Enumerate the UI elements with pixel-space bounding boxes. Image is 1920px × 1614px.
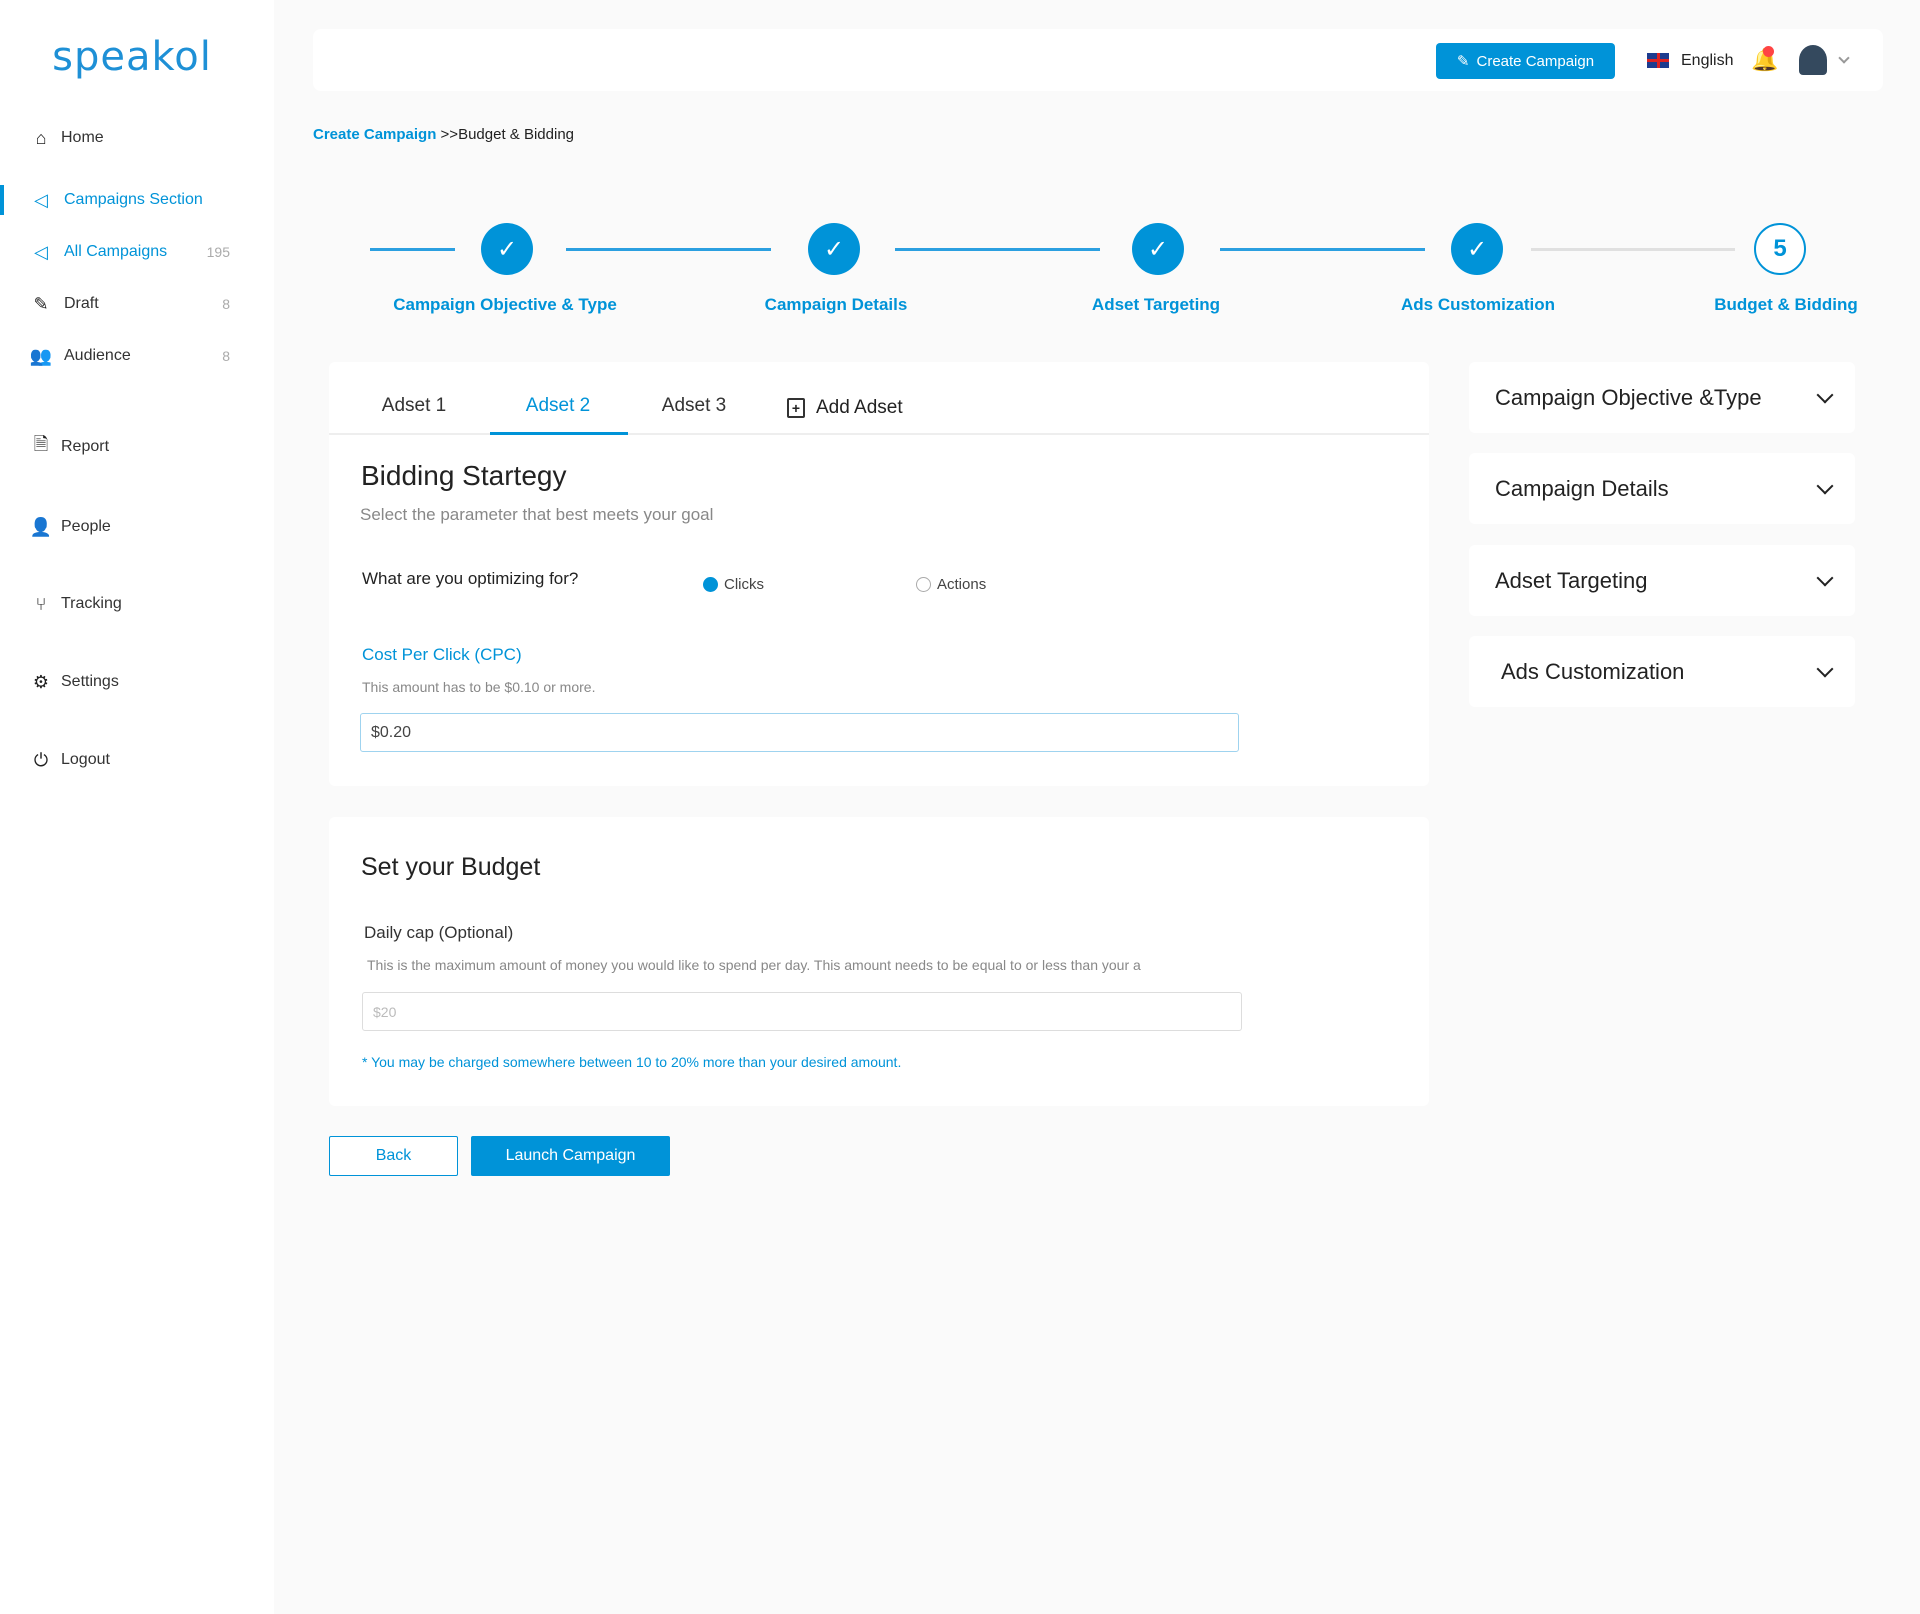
bidding-subtitle: Select the parameter that best meets you… [360, 505, 714, 524]
daily-cap-label: Daily cap (Optional) [364, 923, 514, 942]
edit-icon: ✎ [1456, 53, 1470, 70]
megaphone-icon: ◁ [34, 189, 48, 210]
create-campaign-button[interactable]: ✎ Create Campaign [1436, 43, 1615, 79]
breadcrumb-root[interactable]: Create Campaign [313, 126, 436, 143]
chevron-down-icon [1816, 660, 1834, 677]
chevron-down-icon [1816, 386, 1834, 403]
tab-adset-3[interactable]: Adset 3 [662, 395, 726, 417]
step-2-check-icon[interactable]: ✓ [808, 223, 860, 275]
gear-icon: ⚙ [32, 671, 50, 692]
summary-adset-targeting[interactable]: Adset Targeting [1469, 545, 1855, 616]
step-label: Campaign Objective & Type [393, 295, 617, 314]
breadcrumb: Create Campaign >>Budget & Bidding [313, 126, 574, 143]
report-icon: 🗎 [33, 434, 49, 454]
step-label: Adset Targeting [1091, 295, 1221, 314]
radio-unselected [916, 577, 931, 592]
launch-campaign-button[interactable]: Launch Campaign [471, 1136, 670, 1176]
sidebar-item-logout[interactable]: ⏻ Logout [0, 743, 274, 777]
bidding-title: Bidding Startegy [361, 460, 567, 491]
summary-campaign-details[interactable]: Campaign Details [1469, 453, 1855, 524]
step-1-check-icon[interactable]: ✓ [481, 223, 533, 275]
sidebar-item-campaigns-section[interactable]: ◁ Campaigns Section [0, 183, 274, 217]
home-icon: ⌂ [35, 127, 47, 148]
add-icon: + [787, 398, 805, 418]
chevron-down-icon [1816, 477, 1834, 494]
sidebar-item-tracking[interactable]: ⑂ Tracking [0, 587, 274, 621]
back-button[interactable]: Back [329, 1136, 458, 1176]
tab-adset-1[interactable]: Adset 1 [382, 395, 446, 417]
notification-dot [1763, 46, 1774, 57]
person-icon: 👤 [29, 516, 53, 537]
sidebar: speakol ⌂ Home ◁ Campaigns Section ◁ All Ca… [0, 0, 274, 1614]
megaphone-icon: ◁ [34, 241, 48, 262]
cpc-help: This amount has to be $0.10 or more. [362, 679, 596, 695]
step-4-check-icon[interactable]: ✓ [1451, 223, 1503, 275]
active-tab-underline [490, 432, 628, 435]
tab-adset-2[interactable]: Adset 2 [526, 395, 590, 417]
radio-actions[interactable]: Actions [916, 576, 986, 593]
cpc-input[interactable]: $0.20 [360, 713, 1239, 752]
step-5-number[interactable]: 5 [1754, 223, 1806, 275]
summary-campaign-objective[interactable]: Campaign Objective &Type [1469, 362, 1855, 433]
daily-cap-input[interactable]: $20 [362, 992, 1242, 1031]
step-connector [1220, 248, 1425, 251]
step-label: Budget & Bidding [1714, 295, 1858, 314]
pencil-icon: ✎ [33, 293, 49, 314]
step-connector [895, 248, 1100, 251]
radio-clicks[interactable]: Clicks [703, 576, 764, 593]
sidebar-item-audience[interactable]: 👥 Audience 8 [0, 339, 274, 373]
summary-ads-customization[interactable]: Ads Customization [1469, 636, 1855, 707]
step-connector [370, 248, 455, 251]
sidebar-item-people[interactable]: 👤 People [0, 510, 274, 544]
speakol-logo: speakol [52, 34, 212, 80]
add-adset-button[interactable]: + Add Adset [787, 397, 903, 419]
sidebar-item-report[interactable]: 🗎 Report [0, 430, 274, 464]
step-connector [1531, 248, 1735, 251]
charge-note: * You may be charged somewhere between 1… [362, 1054, 902, 1070]
sidebar-item-settings[interactable]: ⚙ Settings [0, 665, 274, 699]
power-icon: ⏻ [33, 749, 49, 770]
daily-cap-help: This is the maximum amount of money you … [367, 957, 1141, 973]
uk-flag-icon [1647, 53, 1669, 68]
branch-icon: ⑂ [35, 593, 47, 614]
sidebar-item-draft[interactable]: ✎ Draft 8 [0, 287, 274, 321]
radio-selected [703, 577, 718, 592]
budget-title: Set your Budget [361, 853, 541, 881]
step-label: Ads Customization [1401, 295, 1555, 314]
step-connector [566, 248, 771, 251]
avatar[interactable] [1799, 45, 1827, 75]
cpc-label: Cost Per Click (CPC) [362, 645, 522, 664]
chevron-down-icon [1816, 569, 1834, 586]
language-selector[interactable]: English [1681, 52, 1733, 70]
sidebar-item-home[interactable]: ⌂ Home [0, 121, 274, 155]
sidebar-item-all-campaigns[interactable]: ◁ All Campaigns 195 [0, 235, 274, 269]
step-3-check-icon[interactable]: ✓ [1132, 223, 1184, 275]
group-icon: 👥 [29, 345, 53, 366]
step-label: Campaign Details [764, 295, 908, 314]
optimize-question: What are you optimizing for? [362, 569, 579, 588]
